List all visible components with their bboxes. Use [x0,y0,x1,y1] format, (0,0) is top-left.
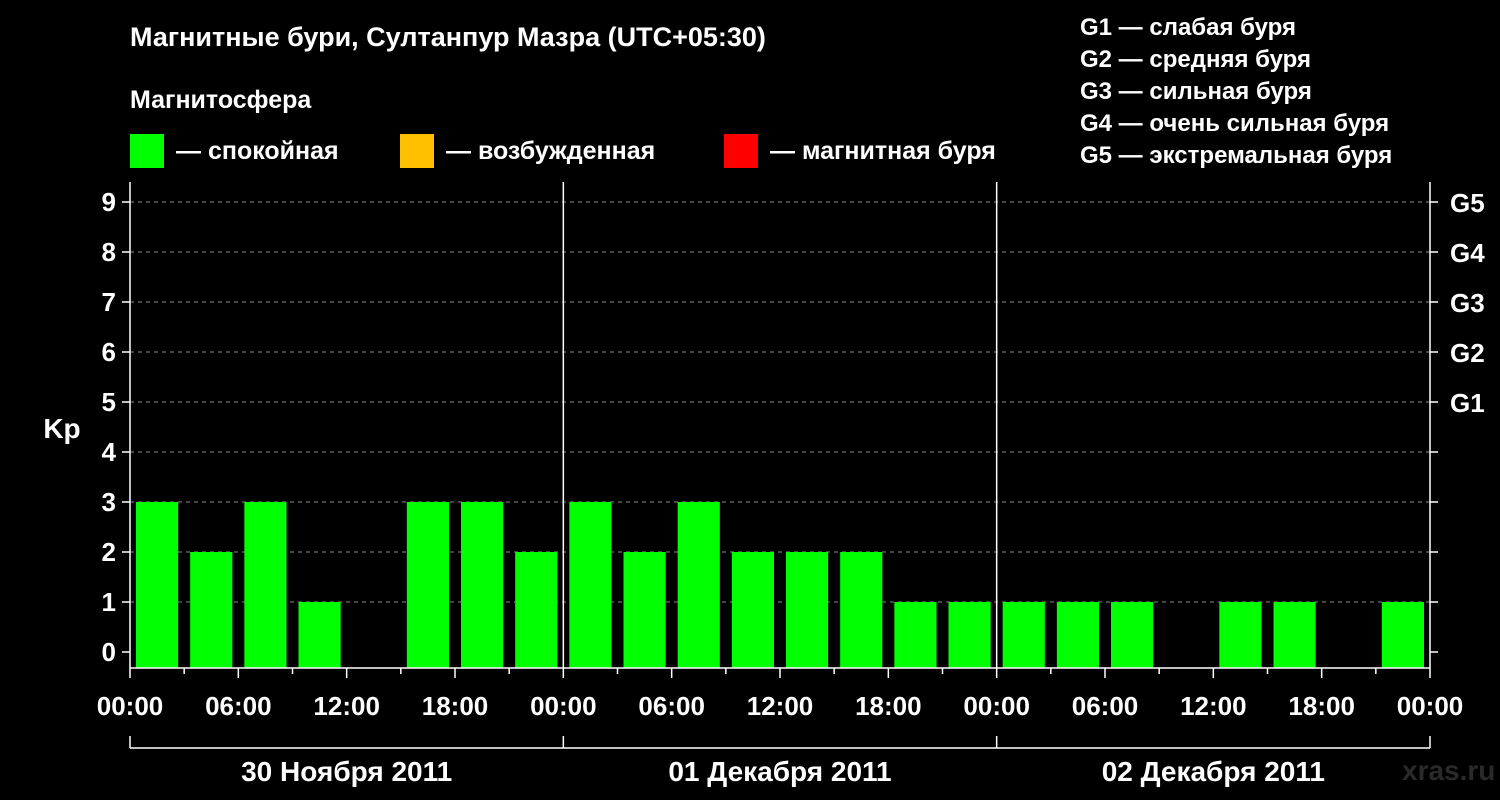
kp-chart: 0 1 2 3 4 5 6 7 8 9 G1 G2 G3 G4 G5 Kp 00:00 06:00 12:00 18:… [43,182,1485,787]
kp-bar-11 [731,552,774,668]
x-tick-label-10: 12:00 [1180,691,1247,721]
kp-bar-1 [190,552,233,668]
kp-bar-0 [136,502,179,668]
x-tick-label-1: 06:00 [205,691,272,721]
g-tick-label-3: G3 [1450,288,1485,318]
kp-bar-12 [786,552,829,668]
x-tick-label-6: 12:00 [747,691,814,721]
kp-bar-7 [515,552,558,668]
kp-bar-21 [1273,602,1316,668]
kp-bar-17 [1056,602,1099,668]
x-tick-label-5: 06:00 [638,691,705,721]
kp-bar-15 [948,602,991,668]
g-tick-label-1: G1 [1450,388,1485,418]
watermark: xras.ru [1402,755,1496,786]
kp-bar-8 [569,502,612,668]
g-tick-label-5: G5 [1450,188,1485,218]
x-tick-label-2: 12:00 [313,691,380,721]
kp-bar-14 [894,602,937,668]
y-tick-label-7: 7 [102,287,116,317]
kp-bar-10 [677,502,720,668]
y-tick-label-8: 8 [102,237,116,267]
y-tick-label-1: 1 [102,587,116,617]
kp-bar-16 [1002,602,1045,668]
y-tick-label-4: 4 [102,437,117,467]
g-tick-label-2: G2 [1450,338,1485,368]
x-tick-label-4: 00:00 [530,691,597,721]
day-label-2: 02 Декабря 2011 [1102,756,1325,787]
day-label-0: 30 Ноября 2011 [241,756,452,787]
x-tick-label-7: 18:00 [855,691,922,721]
x-tick-label-9: 06:00 [1072,691,1139,721]
y-tick-label-6: 6 [102,337,116,367]
y-tick-label-9: 9 [102,187,116,217]
kp-bar-23 [1381,602,1424,668]
kp-bar-9 [623,552,666,668]
kp-bar-2 [244,502,287,668]
day-label-1: 01 Декабря 2011 [668,756,891,787]
g-tick-label-4: G4 [1450,238,1485,268]
kp-bar-5 [406,502,449,668]
kp-bar-3 [298,602,341,668]
x-tick-label-8: 00:00 [963,691,1030,721]
kp-bar-13 [840,552,883,668]
y-tick-label-5: 5 [102,387,116,417]
x-tick-label-3: 18:00 [422,691,489,721]
x-tick-label-11: 18:00 [1288,691,1355,721]
y-axis-label: Kp [43,413,80,444]
kp-bar-20 [1219,602,1262,668]
x-tick-label-12: 00:00 [1397,691,1464,721]
x-tick-label-0: 00:00 [97,691,164,721]
kp-bar-6 [461,502,504,668]
y-tick-label-3: 3 [102,487,116,517]
kp-bar-18 [1111,602,1154,668]
y-tick-label-2: 2 [102,537,116,567]
y-tick-label-0: 0 [102,637,116,667]
